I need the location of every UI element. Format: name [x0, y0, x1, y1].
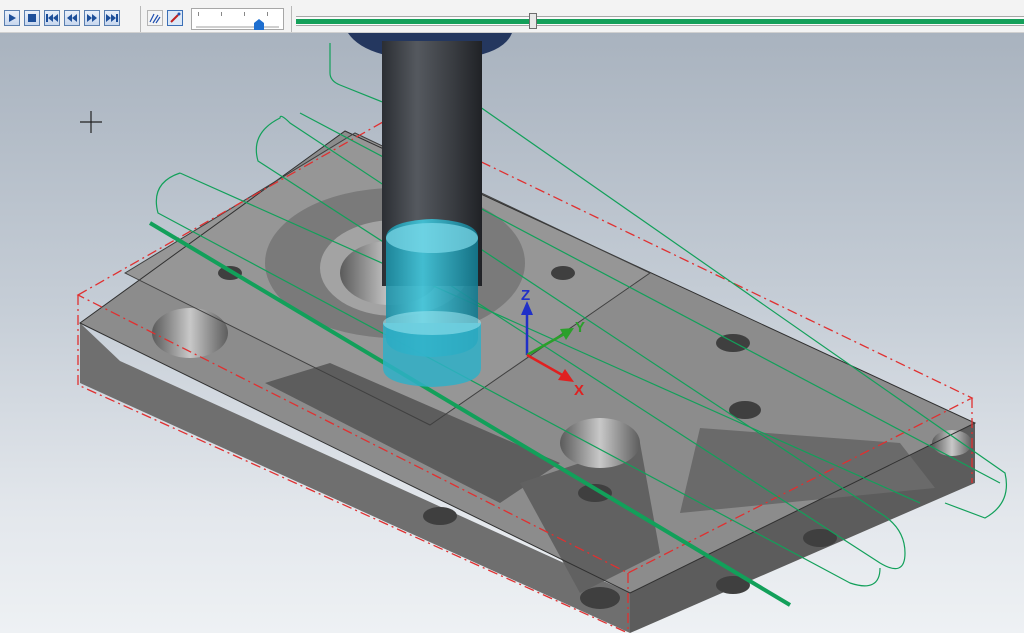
speed-slider[interactable]	[191, 8, 284, 30]
hole	[423, 507, 457, 525]
hole	[551, 266, 575, 280]
counterbore-right	[560, 418, 640, 468]
stop-icon	[28, 14, 36, 22]
speed-slider-thumb[interactable]	[254, 19, 265, 30]
playback-progress-handle[interactable]	[528, 13, 537, 29]
workpiece	[79, 130, 977, 633]
simulation-toolbar	[0, 0, 1024, 33]
step-forward-button[interactable]	[84, 10, 100, 26]
toolbar-separator	[291, 6, 292, 32]
speed-slider-track	[196, 26, 279, 28]
machining-scene: Z Y X	[76, 33, 1007, 633]
fast-forward-icon	[87, 14, 97, 22]
graphics-viewport[interactable]: Z Y X	[0, 33, 1024, 633]
playback-progress-fill	[296, 19, 1024, 24]
play-icon	[9, 14, 16, 22]
skip-to-end-button[interactable]	[104, 10, 120, 26]
tool-display-button[interactable]	[167, 10, 183, 26]
counterbore-left	[152, 308, 228, 358]
y-axis-label: Y	[575, 319, 585, 336]
step-back-button[interactable]	[64, 10, 80, 26]
toolpath-display-button[interactable]	[147, 10, 163, 26]
play-button[interactable]	[4, 10, 20, 26]
stop-button[interactable]	[24, 10, 40, 26]
hole	[580, 587, 620, 609]
crosshair-cursor	[80, 111, 102, 133]
hole	[716, 334, 750, 352]
z-axis-label: Z	[521, 287, 530, 304]
rewind-icon	[67, 14, 77, 22]
playback-progress-bar[interactable]	[296, 13, 1024, 29]
skip-to-start-button[interactable]	[44, 10, 60, 26]
skip-end-icon	[106, 14, 118, 22]
tool-icon	[170, 12, 181, 23]
toolpath-icon	[149, 13, 161, 24]
skip-start-icon	[46, 14, 58, 22]
toolbar-separator	[140, 6, 141, 32]
x-axis-label: X	[574, 382, 584, 399]
